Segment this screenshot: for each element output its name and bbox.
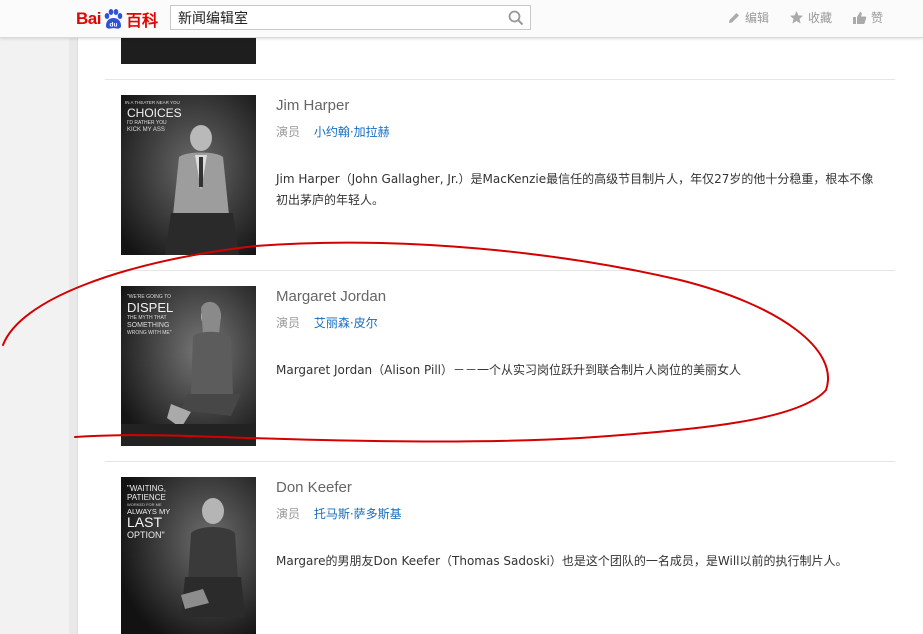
- poster-tagline: IN A THEATER NEAR YOU: [125, 100, 180, 105]
- poster-line: SOMETHING: [127, 322, 169, 329]
- role-poster[interactable]: "WAITING, PATIENCE WORKED FOR ME ALWAYS …: [121, 477, 256, 634]
- role-poster[interactable]: "WE'RE GOING TO DISPEL THE MYTH THAT SOM…: [121, 286, 256, 446]
- like-button[interactable]: 赞: [852, 9, 883, 26]
- role-item-don-keefer: "WAITING, PATIENCE WORKED FOR ME ALWAYS …: [105, 477, 895, 634]
- logo-baike-text: 百科: [125, 11, 158, 30]
- poster-title: DISPEL: [127, 300, 173, 315]
- poster-tagline: "WAITING,: [127, 484, 166, 493]
- search-box: [170, 5, 531, 30]
- thumbs-up-icon: [852, 11, 867, 25]
- role-name: Margaret Jordan: [276, 288, 387, 305]
- logo-du-text: du: [109, 22, 117, 29]
- actor-label: 演员: [276, 316, 301, 330]
- divider: [105, 270, 895, 271]
- actor-label: 演员: [276, 125, 301, 139]
- role-actor: 演员 托马斯·萨多斯基: [276, 505, 402, 522]
- divider: [105, 79, 895, 80]
- role-name: Jim Harper: [276, 97, 350, 114]
- favorite-label: 收藏: [807, 11, 832, 25]
- poster-title: LAST: [127, 514, 162, 530]
- header-actions: 编辑 收藏 赞: [727, 9, 883, 26]
- actor-name-link[interactable]: 艾丽森·皮尔: [314, 316, 378, 330]
- divider: [105, 461, 895, 462]
- role-item-jim-harper: IN A THEATER NEAR YOU CHOICES I'D RATHER…: [105, 95, 895, 265]
- like-label: 赞: [870, 11, 883, 25]
- role-list: IN A THEATER NEAR YOU CHOICES I'D RATHER…: [78, 38, 923, 634]
- poster-title: CHOICES: [127, 106, 182, 120]
- role-description: Margaret Jordan（Alison Pill）－－一个从实习岗位跃升到…: [276, 363, 742, 377]
- actor-name-link[interactable]: 小约翰·加拉赫: [314, 125, 390, 139]
- poster-line: THE MYTH THAT: [127, 315, 167, 321]
- poster-line: OPTION": [127, 530, 165, 540]
- role-description: Jim Harper（John Gallagher, Jr.）是MacKenzi…: [276, 172, 874, 207]
- logo-bai-text: Bai: [76, 9, 101, 28]
- poster-line: I'D RATHER YOU: [127, 120, 167, 126]
- poster-line: PATIENCE: [127, 493, 166, 502]
- edit-button[interactable]: 编辑: [727, 9, 769, 26]
- role-actor: 演员 艾丽森·皮尔: [276, 314, 378, 331]
- role-actor: 演员 小约翰·加拉赫: [276, 123, 390, 140]
- left-rail: [69, 38, 78, 634]
- role-name: Don Keefer: [276, 479, 352, 496]
- role-poster[interactable]: IN A THEATER NEAR YOU CHOICES I'D RATHER…: [121, 95, 256, 255]
- search-icon[interactable]: [502, 6, 530, 29]
- role-item-margaret-jordan: "WE'RE GOING TO DISPEL THE MYTH THAT SOM…: [105, 286, 895, 456]
- paw-icon: du: [102, 8, 124, 30]
- poster-line: KICK MY ASS: [127, 127, 165, 133]
- pencil-icon: [727, 11, 741, 25]
- top-header: Bai du 百科 编辑: [0, 0, 923, 38]
- previous-role-poster: [121, 38, 256, 64]
- favorite-button[interactable]: 收藏: [789, 9, 832, 26]
- baidu-baike-logo[interactable]: Bai du 百科: [76, 5, 158, 33]
- star-icon: [789, 10, 804, 25]
- poster-line: WRONG WITH ME": [127, 330, 172, 336]
- search-input[interactable]: [171, 6, 502, 29]
- actor-label: 演员: [276, 507, 301, 521]
- role-description: Margare的男朋友Don Keefer（Thomas Sadoski）也是这…: [276, 554, 848, 568]
- edit-label: 编辑: [744, 11, 769, 25]
- actor-name-link[interactable]: 托马斯·萨多斯基: [314, 507, 402, 521]
